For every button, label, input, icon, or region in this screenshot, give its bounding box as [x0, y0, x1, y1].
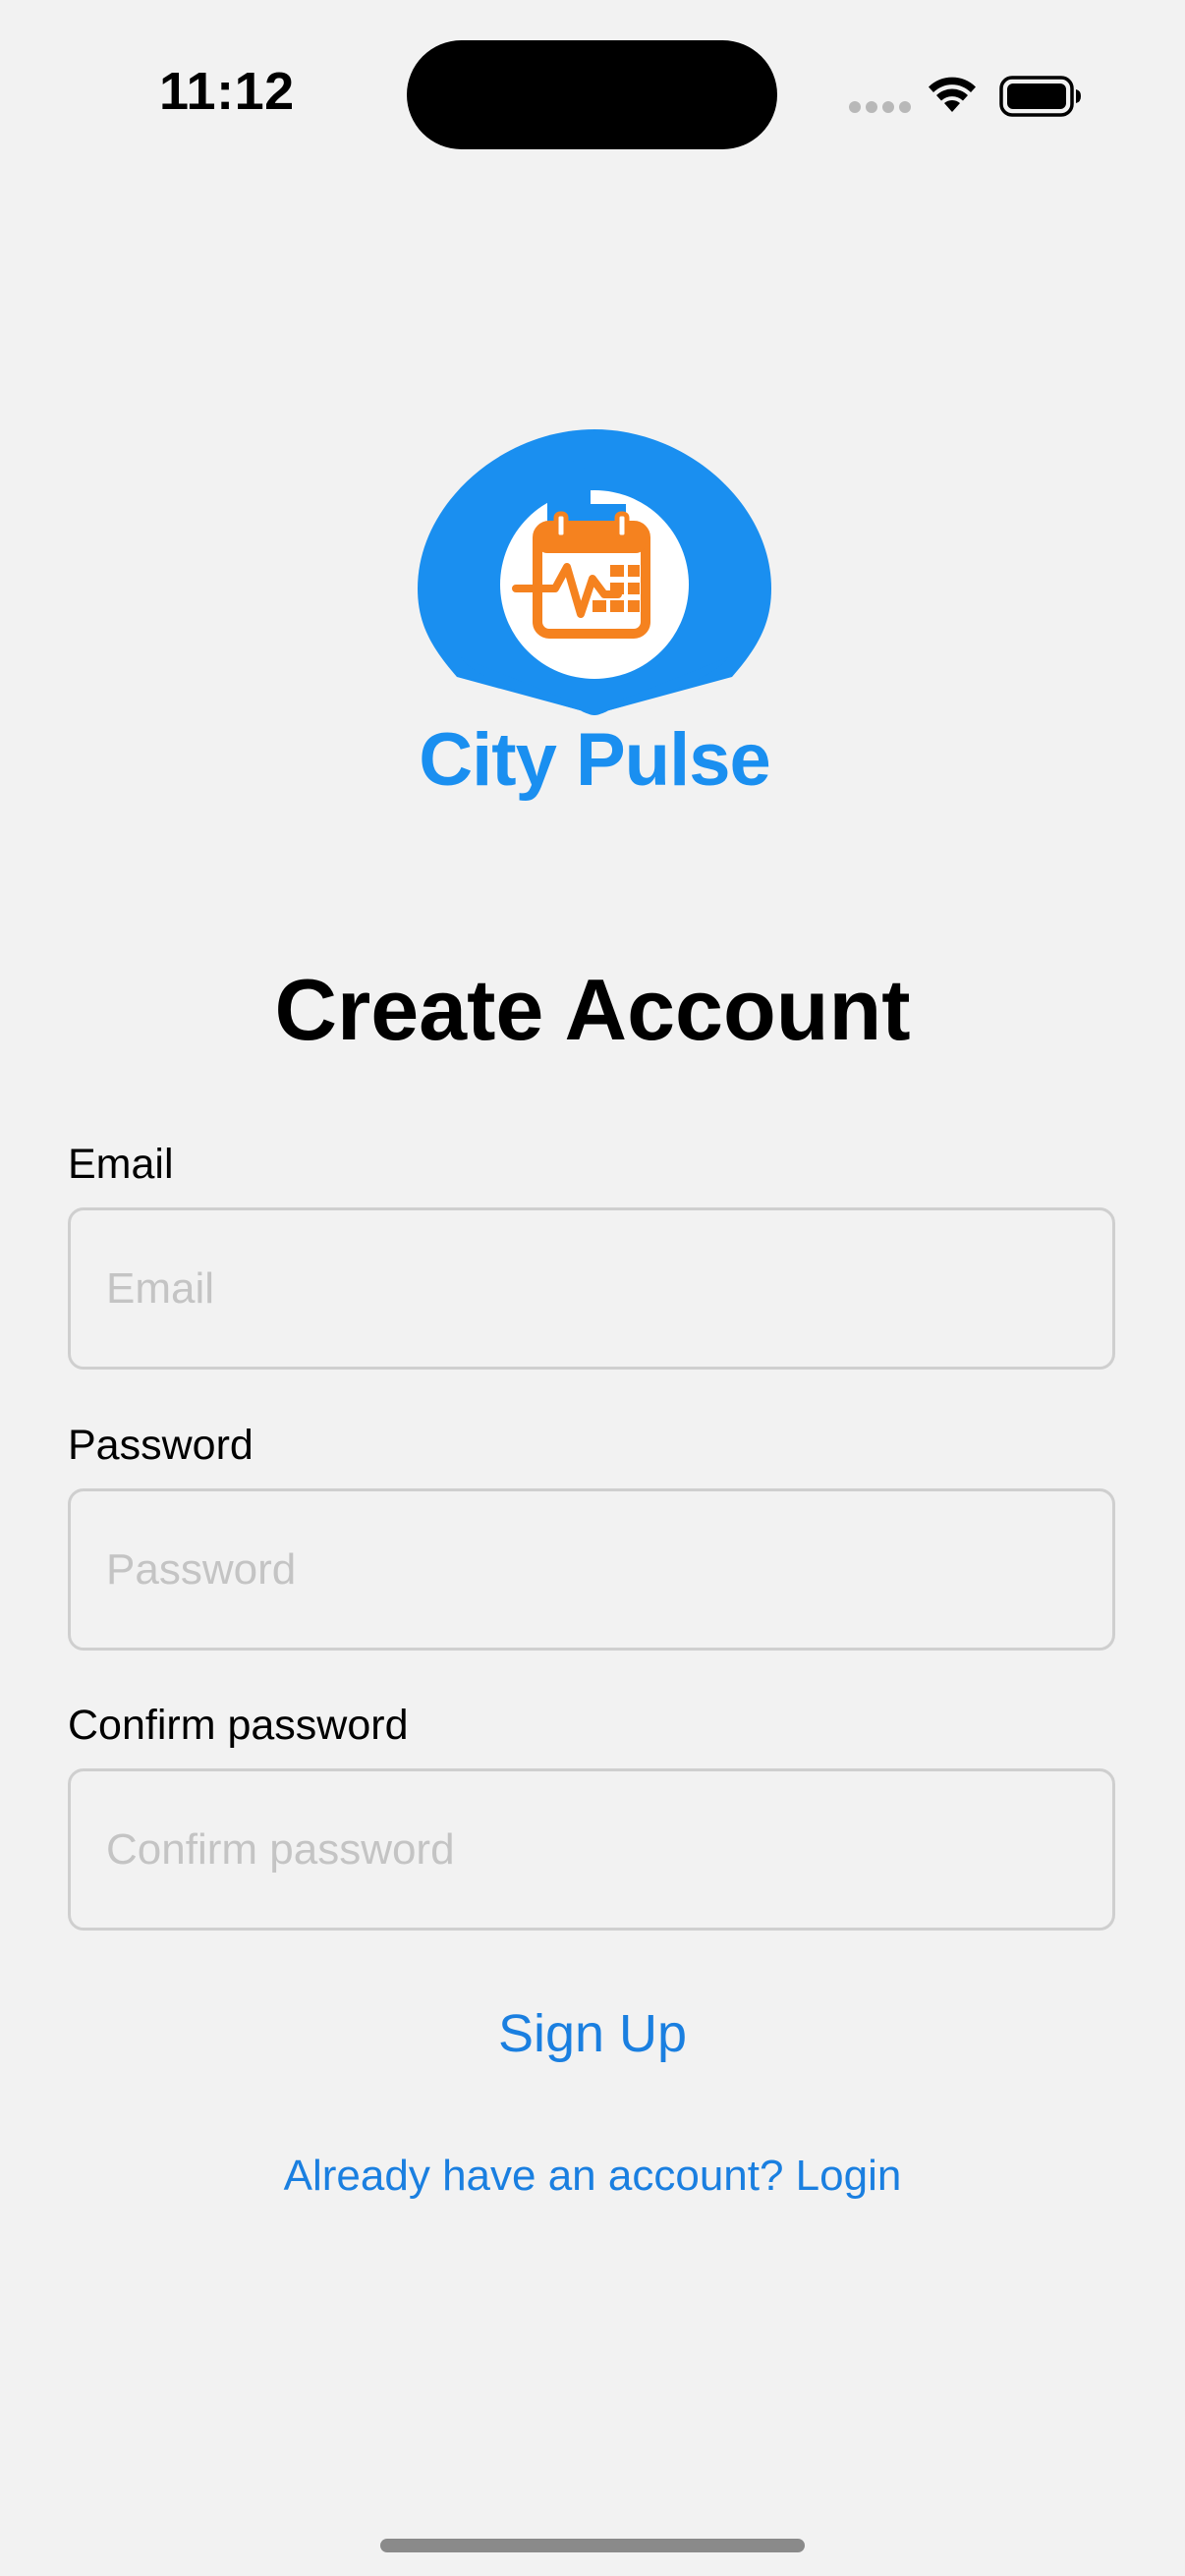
status-bar: 11:12: [0, 0, 1185, 149]
dynamic-island: [407, 40, 777, 149]
page-title: Create Account: [274, 961, 911, 1058]
password-field-container: [68, 1488, 1115, 1651]
confirm-password-input[interactable]: [71, 1771, 1112, 1928]
email-label: Email: [68, 1141, 174, 1188]
cellular-signal-icon: [849, 101, 911, 113]
status-time: 11:12: [159, 62, 295, 121]
email-field-container: [68, 1207, 1115, 1370]
brand-name: City Pulse: [419, 718, 769, 802]
login-link[interactable]: Already have an account? Login: [0, 2149, 1185, 2204]
email-input[interactable]: [71, 1210, 1112, 1367]
confirm-password-label: Confirm password: [68, 1702, 409, 1749]
battery-icon: [999, 76, 1081, 117]
sign-up-button[interactable]: Sign Up: [0, 1999, 1185, 2068]
confirm-password-field-container: [68, 1768, 1115, 1931]
city-pulse-logo: City Pulse: [418, 429, 771, 802]
password-label: Password: [68, 1422, 254, 1469]
wifi-icon: [929, 77, 976, 112]
password-input[interactable]: [71, 1491, 1112, 1648]
home-indicator[interactable]: [380, 2539, 805, 2552]
